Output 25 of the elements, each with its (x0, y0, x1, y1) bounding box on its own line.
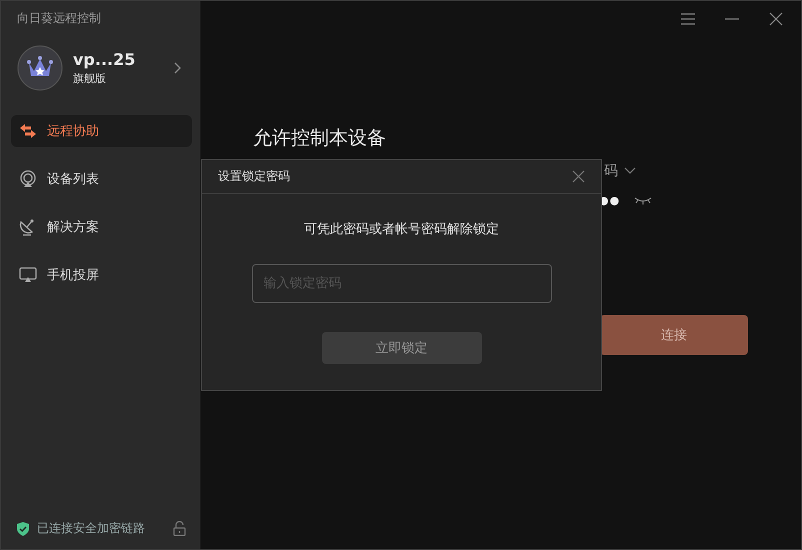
nav-item[interactable]: 手机投屏 (11, 259, 192, 291)
chevron-down-icon[interactable] (624, 167, 636, 175)
chevron-right-icon[interactable] (174, 62, 182, 74)
close-icon[interactable] (572, 170, 585, 183)
lock-now-button[interactable]: 立即锁定 (322, 332, 482, 364)
monitor-icon (19, 267, 37, 283)
nav-item[interactable]: 解决方案 (11, 211, 192, 243)
unlocked-padlock-icon[interactable] (173, 521, 186, 536)
section-title: 允许控制本设备 (253, 126, 387, 151)
device-icon (19, 170, 37, 188)
dialog-message: 可凭此密码或者帐号密码解除锁定 (304, 221, 499, 238)
window-title: 向日葵远程控制 (16, 10, 102, 27)
code-type-label[interactable]: 码 (604, 162, 618, 180)
menu-icon[interactable] (681, 13, 695, 25)
edition-label: 旗舰版 (73, 71, 107, 86)
closed-eye-icon[interactable] (634, 196, 652, 204)
account-name[interactable]: vp...25 (73, 50, 164, 69)
nav-item[interactable]: 远程协助 (11, 115, 192, 147)
close-icon[interactable] (769, 12, 783, 26)
connection-status: 已连接安全加密链路 (37, 520, 146, 537)
shield-check-icon (17, 522, 29, 536)
nav-item[interactable]: 设备列表 (11, 163, 192, 195)
swap-arrows-icon (19, 123, 37, 139)
dialog-title: 设置锁定密码 (218, 168, 290, 185)
crown-avatar-icon (17, 45, 63, 91)
